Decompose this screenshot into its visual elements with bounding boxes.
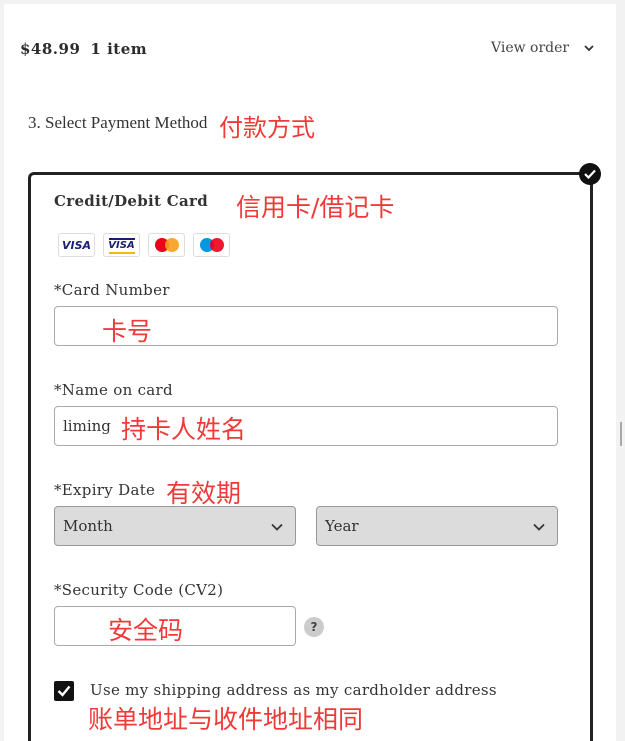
security-code-label: *Security Code (CV2) — [54, 581, 224, 599]
selected-check-badge — [579, 163, 601, 185]
expiry-year-value: Year — [325, 517, 359, 535]
step-title: 3. Select Payment Method — [28, 113, 208, 132]
view-order-button[interactable]: View order — [491, 40, 595, 56]
expiry-date-annotation: 有效期 — [166, 479, 242, 508]
same-address-checkbox[interactable] — [54, 681, 74, 701]
check-icon — [584, 169, 596, 179]
help-icon[interactable]: ? — [304, 617, 324, 637]
visa-logo-icon: VISA — [58, 233, 95, 257]
name-on-card-annotation: 持卡人姓名 — [121, 415, 247, 444]
chevron-down-icon — [533, 523, 545, 531]
maestro-logo-icon — [193, 233, 230, 257]
check-icon — [57, 685, 71, 697]
expiry-month-select[interactable]: Month — [54, 506, 296, 546]
payment-method-card[interactable] — [28, 172, 593, 741]
mastercard-logo-icon — [148, 233, 185, 257]
chevron-down-icon — [271, 523, 283, 531]
card-number-label: *Card Number — [54, 281, 170, 299]
expiry-year-select[interactable]: Year — [316, 506, 558, 546]
expiry-month-value: Month — [63, 517, 113, 535]
order-item-count: 1 item — [90, 40, 148, 58]
same-address-label: Use my shipping address as my cardholder… — [90, 681, 497, 699]
name-on-card-label: *Name on card — [54, 381, 173, 399]
card-logos: VISA VISA — [58, 233, 230, 257]
chevron-down-icon — [584, 45, 594, 52]
order-total: $48.99 — [20, 40, 81, 58]
same-address-annotation: 账单地址与收件地址相同 — [88, 705, 364, 734]
payment-method-annotation: 信用卡/借记卡 — [236, 193, 395, 222]
visa-electron-logo-icon: VISA — [103, 233, 140, 257]
card-number-annotation: 卡号 — [102, 317, 153, 346]
payment-method-title: Credit/Debit Card — [54, 192, 209, 210]
scrollbar-thumb[interactable] — [620, 422, 622, 446]
security-code-annotation: 安全码 — [108, 616, 184, 645]
view-order-label: View order — [491, 40, 570, 56]
step-title-annotation: 付款方式 — [219, 114, 315, 142]
order-summary: $48.99 1 item — [20, 40, 157, 58]
expiry-date-label: *Expiry Date — [54, 481, 156, 499]
